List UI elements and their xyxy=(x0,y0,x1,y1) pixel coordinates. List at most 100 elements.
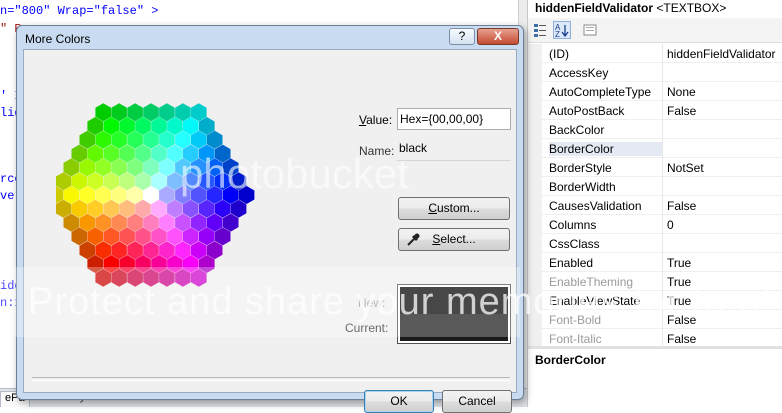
ok-button[interactable]: OK xyxy=(364,390,434,413)
dialog-separator xyxy=(32,377,510,381)
property-name: BorderStyle xyxy=(549,161,612,175)
property-name: AutoPostBack xyxy=(549,104,625,118)
row-gutter xyxy=(528,272,542,291)
cancel-button[interactable]: Cancel xyxy=(442,390,512,413)
property-row[interactable]: BorderColor xyxy=(528,139,782,158)
property-grid: (ID) hiddenFieldValidator AccessKey AutoCom… xyxy=(528,44,782,346)
new-color-swatch xyxy=(400,287,508,314)
property-name: Columns xyxy=(549,218,597,232)
row-gutter xyxy=(528,120,542,139)
column-divider xyxy=(662,234,663,253)
row-gutter xyxy=(528,215,542,234)
color-name-value: black xyxy=(397,139,511,161)
property-value[interactable]: NotSet xyxy=(667,161,704,175)
column-divider xyxy=(662,139,663,158)
color-preview xyxy=(397,284,511,344)
custom-button[interactable]: Custom... xyxy=(398,197,510,220)
row-gutter xyxy=(528,329,542,346)
property-value[interactable]: False xyxy=(667,104,696,118)
help-button[interactable]: ? xyxy=(449,28,475,45)
property-name: Font-Bold xyxy=(549,313,602,327)
property-value[interactable]: None xyxy=(667,85,696,99)
row-gutter xyxy=(528,177,542,196)
property-value[interactable]: 0 xyxy=(667,218,674,232)
dialog-title: More Colors xyxy=(25,32,91,46)
row-gutter xyxy=(528,253,542,272)
row-gutter xyxy=(528,291,542,310)
property-value[interactable]: False xyxy=(667,199,696,213)
column-divider xyxy=(662,272,663,291)
property-row[interactable]: AutoPostBack False xyxy=(528,101,782,120)
column-divider xyxy=(662,158,663,177)
property-name: BackColor xyxy=(549,123,605,137)
property-row[interactable]: BorderStyle NotSet xyxy=(528,158,782,177)
property-value[interactable]: False xyxy=(667,332,696,346)
properties-toolbar: AZ xyxy=(528,18,782,43)
row-gutter xyxy=(528,158,542,177)
column-divider xyxy=(662,310,663,329)
current-color-label: Current: xyxy=(345,321,389,335)
property-value[interactable]: hiddenFieldValidator xyxy=(667,47,776,61)
column-divider xyxy=(662,44,663,63)
column-divider xyxy=(662,215,663,234)
column-divider xyxy=(662,177,663,196)
value-input[interactable] xyxy=(397,108,511,130)
name-label: Name: xyxy=(359,144,395,158)
select-button[interactable]: Select... xyxy=(398,228,510,251)
description-splitter[interactable] xyxy=(528,346,782,349)
property-name: Enabled xyxy=(549,256,594,270)
property-row[interactable]: (ID) hiddenFieldValidator xyxy=(528,44,782,63)
column-divider xyxy=(662,329,663,346)
property-name: AccessKey xyxy=(549,66,609,80)
categorized-icon[interactable] xyxy=(531,21,549,39)
property-name: Font-Italic xyxy=(549,332,602,346)
properties-object-selector[interactable]: hiddenFieldValidator <TEXTBOX> xyxy=(535,1,726,15)
color-hexagon-palette[interactable] xyxy=(56,95,296,305)
property-name: EnableViewState xyxy=(549,294,641,308)
property-row[interactable]: AutoCompleteType None xyxy=(528,82,782,101)
row-gutter xyxy=(528,101,542,120)
dialog-body: Value: Name: black Custom... Select... N… xyxy=(23,49,517,413)
column-divider xyxy=(662,253,663,272)
property-row[interactable]: CssClass xyxy=(528,234,782,253)
property-value[interactable]: True xyxy=(667,275,691,289)
property-name: CausesValidation xyxy=(549,199,642,213)
property-row[interactable]: EnableViewState True xyxy=(528,291,782,310)
property-row[interactable]: Columns 0 xyxy=(528,215,782,234)
column-divider xyxy=(662,291,663,310)
property-description-title: BorderColor xyxy=(535,353,606,367)
property-value[interactable]: False xyxy=(667,313,696,327)
row-gutter xyxy=(528,82,542,101)
property-row[interactable]: BackColor xyxy=(528,120,782,139)
property-row[interactable]: Font-Bold False xyxy=(528,310,782,329)
current-color-swatch xyxy=(400,314,508,341)
object-name: hiddenFieldValidator xyxy=(535,1,654,15)
value-label: Value: xyxy=(359,113,393,127)
property-name: AutoCompleteType xyxy=(549,85,652,99)
property-pages-icon[interactable] xyxy=(581,21,599,39)
property-row[interactable]: CausesValidation False xyxy=(528,196,782,215)
property-value[interactable]: True xyxy=(667,256,691,270)
column-divider xyxy=(662,101,663,120)
new-color-label: New: xyxy=(358,296,386,310)
property-value[interactable]: True xyxy=(667,294,691,308)
eyedropper-icon xyxy=(405,232,421,255)
properties-panel: hiddenFieldValidator <TEXTBOX> AZ (ID) hi… xyxy=(527,0,782,407)
property-row[interactable]: Enabled True xyxy=(528,253,782,272)
property-row[interactable]: EnableTheming True xyxy=(528,272,782,291)
row-gutter xyxy=(528,63,542,82)
property-name: (ID) xyxy=(549,47,569,61)
code-line: n="800" Wrap="false" > xyxy=(0,4,159,18)
column-divider xyxy=(662,120,663,139)
property-row[interactable]: BorderWidth xyxy=(528,177,782,196)
property-row[interactable]: AccessKey xyxy=(528,63,782,82)
row-gutter xyxy=(528,234,542,253)
close-button[interactable]: X xyxy=(477,28,519,45)
property-row[interactable]: Font-Italic False xyxy=(528,329,782,346)
column-divider xyxy=(662,82,663,101)
object-type: <TEXTBOX> xyxy=(656,1,727,15)
alphabetical-sort-icon[interactable]: AZ xyxy=(553,21,571,39)
row-gutter xyxy=(528,310,542,329)
row-gutter xyxy=(528,44,542,63)
property-name: CssClass xyxy=(549,237,600,251)
